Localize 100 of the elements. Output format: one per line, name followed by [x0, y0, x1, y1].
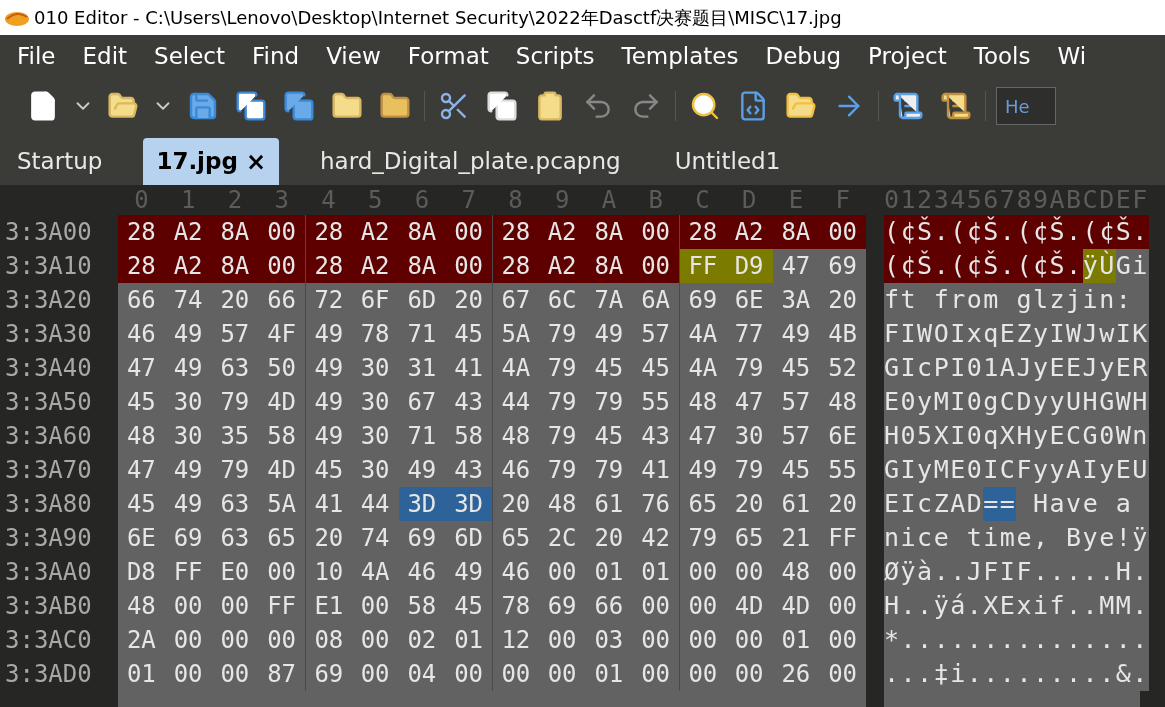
menu-item[interactable]: Format — [407, 38, 489, 74]
hex-byte[interactable]: 01 — [118, 657, 165, 691]
hex-byte[interactable]: 00 — [632, 589, 679, 623]
hex-byte[interactable]: 48 — [118, 419, 165, 453]
menu-item[interactable]: View — [326, 38, 381, 74]
hex-byte[interactable]: 43 — [632, 419, 679, 453]
hex-byte[interactable]: 45 — [118, 487, 165, 521]
hex-byte[interactable]: 00 — [351, 657, 399, 691]
hex-byte[interactable]: 61 — [772, 487, 820, 521]
hex-byte[interactable]: 28 — [118, 249, 165, 283]
text-chars[interactable]: ÿÙ — [1082, 249, 1116, 283]
hex-byte[interactable]: 42 — [632, 521, 679, 555]
hex-byte[interactable]: 10 — [305, 555, 352, 589]
hex-byte[interactable]: 00 — [211, 589, 259, 623]
hex-byte[interactable]: 00 — [164, 589, 212, 623]
hex-byte[interactable]: 49 — [398, 453, 446, 487]
hex-byte[interactable]: 30 — [725, 419, 773, 453]
hex-byte[interactable]: D8 — [118, 555, 165, 589]
hex-byte[interactable]: 00 — [258, 215, 305, 249]
hex-byte[interactable]: 45 — [585, 351, 633, 385]
hex-byte[interactable]: 30 — [351, 351, 399, 385]
text-chars[interactable]: FIWOIxqEZyIWJwIK — [884, 317, 1149, 351]
hex-byte[interactable]: 00 — [538, 657, 586, 691]
hex-byte[interactable]: 20 — [819, 283, 866, 317]
hex-byte[interactable]: 4D — [258, 385, 305, 419]
menu-item[interactable]: Find — [252, 38, 300, 74]
hex-byte[interactable]: 4A — [492, 351, 539, 385]
hex-byte[interactable]: 65 — [679, 487, 726, 521]
menu-item[interactable]: Tools — [973, 38, 1031, 74]
hex-byte[interactable]: 48 — [118, 589, 165, 623]
hex-byte[interactable]: 49 — [679, 453, 726, 487]
hex-byte[interactable]: 4F — [258, 317, 305, 351]
hex-byte[interactable]: 45 — [772, 351, 820, 385]
hex-byte[interactable]: 52 — [819, 351, 866, 385]
hex-byte[interactable]: 79 — [211, 385, 259, 419]
hex-byte[interactable]: 7A — [585, 283, 633, 317]
hex-byte[interactable]: 69 — [305, 657, 352, 691]
hex-byte[interactable]: 49 — [164, 351, 212, 385]
hex-byte[interactable]: 47 — [679, 419, 726, 453]
hex-byte[interactable]: 49 — [305, 351, 352, 385]
hex-byte[interactable]: 4D — [772, 589, 820, 623]
hex-byte[interactable]: 00 — [538, 623, 586, 657]
hex-byte[interactable]: 49 — [445, 555, 492, 589]
hex-byte[interactable]: 8A — [398, 215, 446, 249]
hex-byte[interactable]: 45 — [305, 453, 352, 487]
hex-byte[interactable]: 00 — [819, 589, 866, 623]
hex-byte[interactable]: 67 — [398, 385, 446, 419]
hex-byte[interactable]: 47 — [772, 249, 820, 283]
hex-byte[interactable]: 61 — [585, 487, 633, 521]
hex-byte[interactable]: 01 — [585, 657, 633, 691]
hex-byte[interactable]: 8A — [585, 249, 633, 283]
hex-byte[interactable]: 8A — [211, 215, 259, 249]
hex-byte[interactable]: 12 — [492, 623, 539, 657]
hex-byte[interactable]: 00 — [632, 623, 679, 657]
hex-byte[interactable]: 49 — [164, 453, 212, 487]
hex-byte[interactable]: 00 — [632, 657, 679, 691]
hex-byte[interactable]: 47 — [725, 385, 773, 419]
hex-byte[interactable]: 01 — [445, 623, 492, 657]
hex-byte[interactable]: 20 — [492, 487, 539, 521]
hex-byte[interactable]: 55 — [819, 453, 866, 487]
text-chars[interactable]: Øÿà..JFIF.....H. — [884, 555, 1149, 589]
hex-byte[interactable]: 46 — [398, 555, 446, 589]
text-chars[interactable]: nice time, Bye!ÿ — [884, 521, 1149, 555]
menu-item[interactable]: Scripts — [515, 38, 595, 74]
hex-byte[interactable]: FF — [164, 555, 212, 589]
text-chars[interactable]: ft from glzjin: — [884, 283, 1149, 317]
hex-byte[interactable]: 01 — [772, 623, 820, 657]
hex-byte[interactable]: 00 — [164, 657, 212, 691]
hex-byte[interactable]: 78 — [351, 317, 399, 351]
hex-byte[interactable]: 79 — [538, 419, 586, 453]
hex-byte[interactable]: 30 — [351, 453, 399, 487]
hex-byte[interactable]: 65 — [258, 521, 305, 555]
hex-byte[interactable]: 41 — [632, 453, 679, 487]
hex-byte[interactable]: 49 — [585, 317, 633, 351]
hex-byte[interactable]: 66 — [585, 589, 633, 623]
hex-byte[interactable]: 79 — [538, 317, 586, 351]
text-chars[interactable]: *............... — [884, 623, 1149, 657]
hex-byte[interactable]: 28 — [492, 215, 539, 249]
menu-item[interactable]: Templates — [621, 38, 739, 74]
hex-byte[interactable]: 00 — [819, 555, 866, 589]
hex-byte[interactable]: 45 — [585, 419, 633, 453]
hex-byte[interactable]: 00 — [211, 657, 259, 691]
hex-byte[interactable]: 28 — [118, 215, 165, 249]
hex-byte[interactable]: 01 — [585, 555, 633, 589]
hex-byte[interactable]: 20 — [305, 521, 352, 555]
file-tab[interactable]: Startup — [4, 138, 116, 185]
hex-byte[interactable]: 3D — [398, 487, 446, 521]
hex-byte[interactable]: 44 — [351, 487, 399, 521]
hex-byte[interactable]: E1 — [305, 589, 352, 623]
menu-item[interactable]: Debug — [765, 38, 842, 74]
hex-byte[interactable]: 46 — [118, 317, 165, 351]
hex-byte[interactable]: 66 — [258, 283, 305, 317]
menu-item[interactable]: Edit — [82, 38, 128, 74]
hex-byte[interactable]: 44 — [492, 385, 539, 419]
hex-byte[interactable]: 8A — [585, 215, 633, 249]
hex-byte[interactable]: D9 — [725, 249, 773, 283]
hex-byte[interactable]: 00 — [819, 215, 866, 249]
hex-byte[interactable]: 63 — [211, 351, 259, 385]
hex-byte[interactable]: 71 — [398, 317, 446, 351]
hex-byte[interactable]: A2 — [538, 249, 586, 283]
